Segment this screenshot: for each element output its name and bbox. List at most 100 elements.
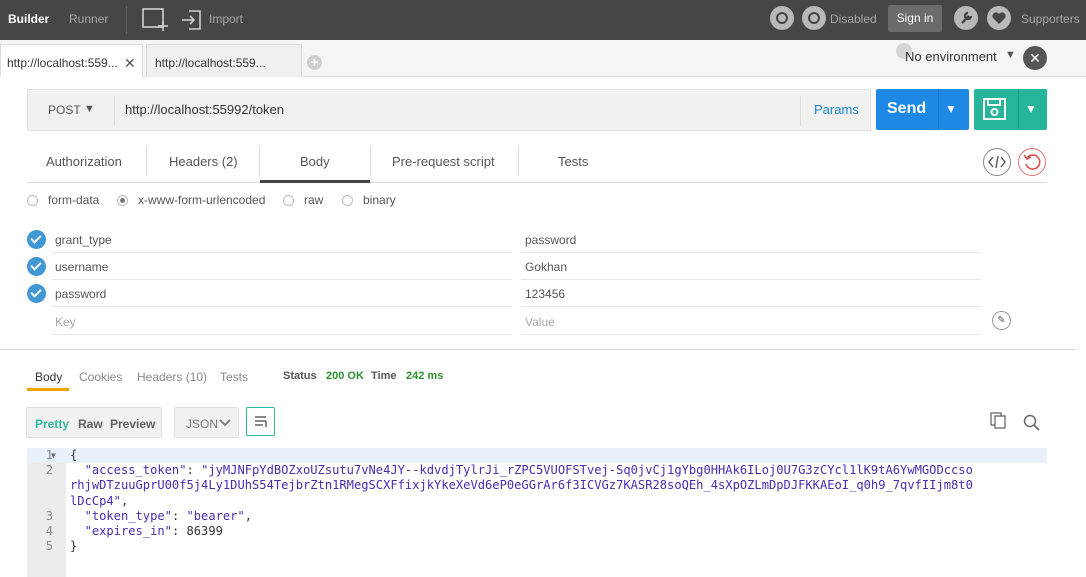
json-string: "jyMJNFpYdBOZxoUZsutu7vNe4JY--kdvdjTylrJ…: [201, 463, 973, 478]
code-line: lDcCp4",: [70, 493, 129, 508]
form-key[interactable]: grant_type: [55, 233, 112, 247]
form-key[interactable]: username: [55, 260, 108, 274]
radio-icon[interactable]: [27, 195, 38, 206]
add-tab-icon[interactable]: +: [307, 55, 322, 70]
interceptor-icon[interactable]: [802, 6, 826, 30]
tab-headers[interactable]: Headers (2): [169, 154, 238, 169]
chevron-down-icon[interactable]: ▼: [1005, 49, 1016, 61]
save-button[interactable]: ▼: [974, 89, 1047, 130]
radio-icon[interactable]: [117, 195, 128, 206]
wrap-lines-button[interactable]: [246, 407, 275, 436]
chevron-down-icon[interactable]: ▼: [84, 103, 95, 115]
response-tab-body[interactable]: Body: [35, 370, 62, 384]
reset-icon: [1023, 154, 1041, 170]
builder-tab[interactable]: Builder: [8, 12, 49, 26]
runner-tab[interactable]: Runner: [69, 12, 108, 26]
tab-title: http://localhost:559...: [155, 56, 266, 70]
radio-icon[interactable]: [283, 195, 294, 206]
new-window-icon[interactable]: [142, 7, 170, 31]
divider: [370, 146, 371, 176]
reset-button[interactable]: [1018, 148, 1046, 176]
params-button[interactable]: Params: [814, 102, 859, 117]
import-icon[interactable]: [181, 8, 203, 32]
supporters-link[interactable]: Supporters: [1021, 12, 1080, 26]
status-label: Status: [283, 370, 317, 382]
divider: [938, 89, 939, 130]
radio-raw[interactable]: raw: [283, 193, 323, 207]
send-button[interactable]: Send ▼: [876, 89, 969, 130]
search-icon[interactable]: [1023, 414, 1041, 432]
response-tab-cookies[interactable]: Cookies: [79, 370, 122, 384]
chevron-down-icon[interactable]: ▼: [945, 102, 957, 116]
toolbar-divider: [126, 6, 127, 34]
form-row: username Gokhan: [27, 253, 1047, 280]
line-number: 4: [45, 524, 53, 538]
format-select[interactable]: JSON: [174, 407, 239, 438]
tab-tests[interactable]: Tests: [558, 154, 588, 169]
divider: [52, 334, 512, 335]
divider: [146, 146, 147, 176]
json-key: "expires_in": [84, 524, 172, 538]
response-body-code[interactable]: 1 ▼ 2 3 4 5 { "access_token": "jyMJNFpYd…: [46, 448, 1047, 577]
radio-icon[interactable]: [342, 195, 353, 206]
generate-code-button[interactable]: [983, 148, 1011, 176]
url-input[interactable]: http://localhost:55992/token: [125, 102, 284, 117]
chevron-down-icon[interactable]: ▼: [1025, 102, 1037, 116]
checkbox-checked-icon[interactable]: [27, 284, 46, 303]
form-value[interactable]: password: [525, 233, 576, 247]
preview-button[interactable]: Preview: [110, 417, 155, 431]
tab-authorization[interactable]: Authorization: [46, 154, 122, 169]
line-number: 3: [45, 508, 53, 523]
radio-form-data[interactable]: form-data: [27, 193, 99, 207]
code-icon: [988, 155, 1006, 169]
response-tab-headers[interactable]: Headers (10): [137, 370, 207, 384]
form-value[interactable]: Gokhan: [525, 260, 567, 274]
request-tab[interactable]: http://localhost:559...: [146, 44, 302, 77]
chevron-down-icon: [219, 419, 231, 427]
method-select[interactable]: POST: [48, 103, 81, 117]
url-bar: POST ▼ http://localhost:55992/token Para…: [27, 89, 871, 131]
form-key[interactable]: password: [55, 287, 106, 301]
json-string: "bearer": [186, 508, 245, 523]
json-string: lDcCp4": [70, 493, 121, 508]
json-number: 86399: [186, 524, 223, 538]
environment-select[interactable]: No environment: [905, 49, 997, 64]
form-value[interactable]: 123456: [525, 287, 565, 301]
status-value: 200 OK: [326, 370, 364, 382]
send-label: Send: [887, 100, 927, 117]
settings-wrench-icon[interactable]: [954, 6, 978, 30]
value-input[interactable]: Value: [525, 315, 555, 329]
fold-arrow-icon[interactable]: ▼: [51, 448, 56, 463]
checkbox-checked-icon[interactable]: [27, 257, 46, 276]
tab-body[interactable]: Body: [300, 154, 330, 169]
response-tab-tests[interactable]: Tests: [220, 370, 248, 384]
request-tab[interactable]: http://localhost:559... ✕: [0, 44, 143, 77]
divider: [521, 334, 981, 335]
pretty-button[interactable]: Pretty: [35, 417, 69, 431]
environment-quicklook-icon[interactable]: ✕: [1023, 46, 1047, 70]
raw-button[interactable]: Raw: [78, 417, 103, 431]
copy-icon[interactable]: [990, 412, 1008, 430]
time-label: Time: [371, 370, 397, 382]
radio-urlencoded[interactable]: x-www-form-urlencoded: [117, 193, 265, 207]
import-button[interactable]: Import: [209, 12, 243, 26]
radio-binary[interactable]: binary: [342, 193, 396, 207]
heart-icon[interactable]: [987, 6, 1011, 30]
save-icon: [983, 98, 1006, 120]
sign-in-button[interactable]: Sign in: [888, 5, 942, 32]
key-input[interactable]: Key: [55, 315, 76, 329]
tab-title: http://localhost:559...: [7, 56, 118, 70]
tab-pre-request-script[interactable]: Pre-request script: [392, 154, 495, 169]
sync-icon[interactable]: [770, 6, 794, 30]
divider: [259, 146, 260, 176]
bulk-edit-pencil-icon[interactable]: ✎: [992, 311, 1011, 330]
close-icon[interactable]: ✕: [124, 45, 136, 81]
time-value: 242 ms: [406, 370, 444, 382]
checkbox-checked-icon[interactable]: [27, 230, 46, 249]
app-toolbar: Builder Runner Import Disabled Sign in S…: [0, 0, 1086, 40]
line-number: 2: [45, 463, 53, 478]
divider: [518, 146, 519, 176]
divider: [1018, 89, 1019, 130]
code-text: {: [70, 448, 78, 462]
line-number: 1: [45, 448, 53, 462]
